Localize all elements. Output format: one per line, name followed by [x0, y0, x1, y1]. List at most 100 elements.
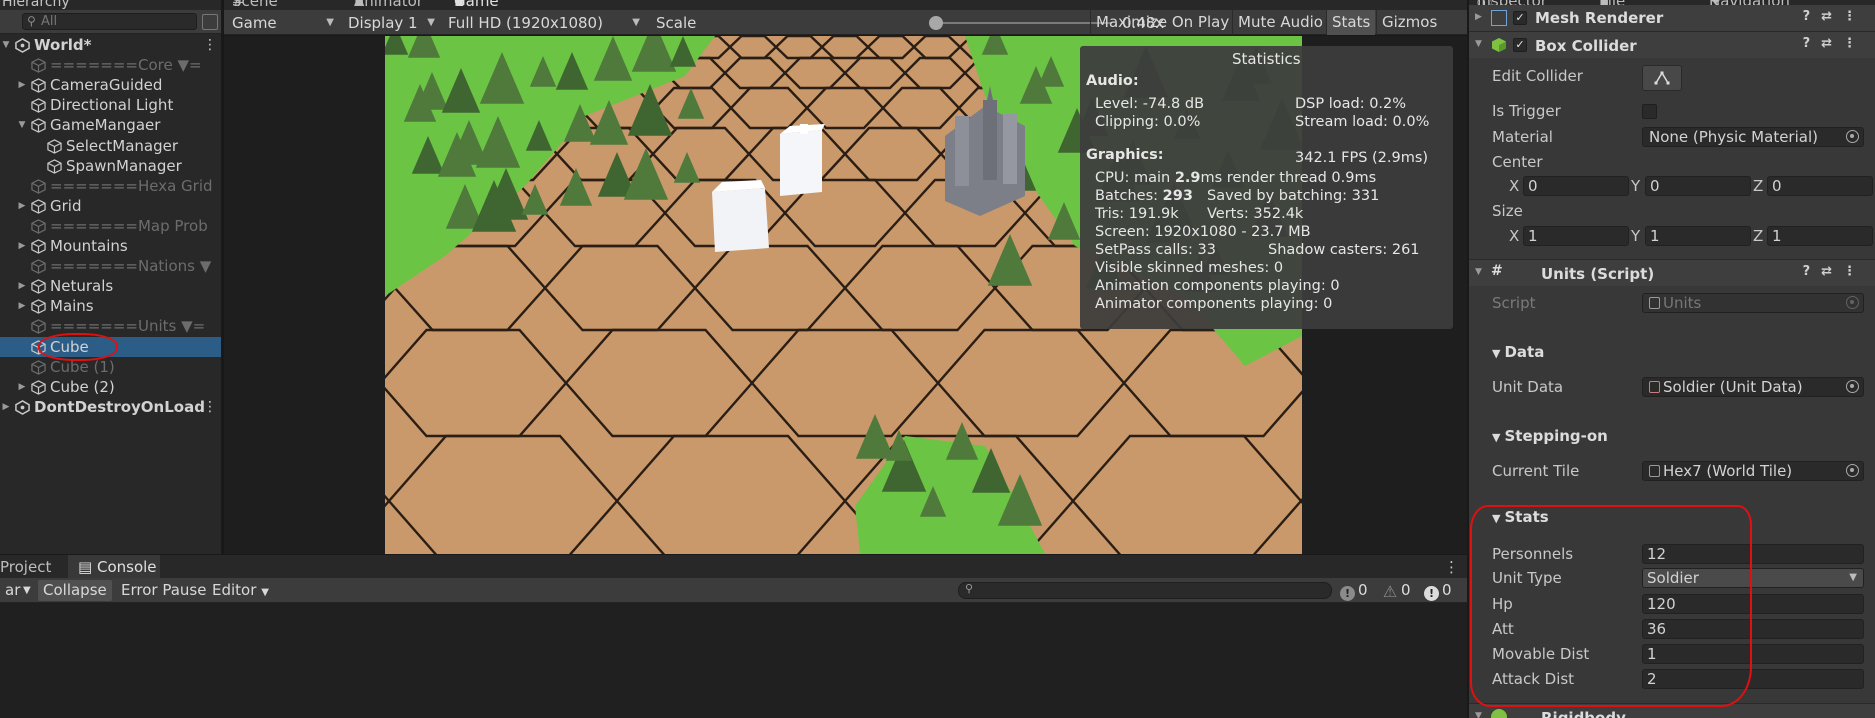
center-label-row: Center — [1492, 153, 1543, 171]
expand-arrow-right-icon[interactable]: ▶ — [16, 296, 28, 316]
object-picker-icon[interactable] — [1846, 464, 1859, 477]
box-collider-header[interactable]: ▼ ✓ Box Collider ?⇄⋮ — [1469, 31, 1875, 58]
foldout-arrow-icon[interactable]: ▼ — [1475, 267, 1482, 277]
expand-arrow-right-icon[interactable]: ▶ — [16, 377, 28, 397]
animation-components-readout: Animation components playing: 0 — [1095, 278, 1340, 294]
foldout-arrow-icon[interactable]: ▶ — [1475, 12, 1482, 22]
component-header-icons[interactable]: ?⇄⋮ — [1803, 36, 1867, 51]
hierarchy-item-label: World* — [34, 36, 92, 54]
hierarchy-item[interactable]: =======Core ▼= — [0, 55, 221, 75]
hierarchy-item[interactable]: Cube — [0, 336, 221, 357]
box-collider-enabled-checkbox[interactable]: ✓ — [1513, 38, 1527, 52]
unit-type-dropdown[interactable]: Soldier ▼ — [1642, 568, 1864, 588]
editor-dropdown[interactable]: Editor ▼ — [207, 580, 274, 601]
expand-arrow-right-icon[interactable]: ▶ — [16, 196, 28, 216]
game-toolbar: Game ▼ Display 1 ▼ Full HD (1920x1080) ▼ Sc… — [224, 10, 1467, 35]
gizmos-button[interactable]: Gizmos — [1376, 10, 1442, 35]
screen-readout: Screen: 1920x1080 - 23.7 MB — [1095, 224, 1311, 240]
rigidbody-header[interactable]: ▼ Rigidbody — [1469, 703, 1875, 718]
mesh-renderer-enabled-checkbox[interactable]: ✓ — [1513, 11, 1527, 25]
info-count-toggle[interactable]: ! 0 — [1340, 580, 1368, 601]
scale-slider-handle[interactable] — [929, 16, 944, 30]
hierarchy-item[interactable]: ▶ DontDestroyOnLoad ⋮ — [0, 397, 221, 417]
console-log-area[interactable] — [0, 603, 1467, 718]
console-menu-icon[interactable]: ⋮ — [1444, 555, 1459, 579]
scene-visibility-icon[interactable] — [202, 14, 218, 30]
hierarchy-item[interactable]: =======Map Prob — [0, 216, 221, 236]
hierarchy-item[interactable]: SelectManager — [0, 136, 221, 156]
attack-dist-row: Attack Dist 2 — [1469, 668, 1875, 690]
hierarchy-item[interactable]: ▼ GameMangaer — [0, 115, 221, 135]
expand-arrow-down-icon[interactable]: ▼ — [0, 35, 12, 55]
is-trigger-checkbox[interactable] — [1642, 104, 1657, 119]
hierarchy-item[interactable]: =======Nations ▼ — [0, 256, 221, 276]
personnels-field[interactable]: 12 — [1642, 544, 1864, 564]
error-count-toggle[interactable]: ! 0 — [1424, 580, 1452, 601]
movable-dist-field[interactable]: 1 — [1642, 644, 1864, 664]
foldout-arrow-icon[interactable]: ▼ — [1475, 711, 1482, 718]
expand-arrow-down-icon[interactable]: ▼ — [16, 115, 28, 135]
gameobject-cube-icon — [31, 78, 46, 93]
foldout-arrow-icon: ▼ — [1492, 347, 1501, 360]
collapse-button[interactable]: Collapse — [38, 580, 112, 601]
game-mode-dropdown[interactable]: Game ▼ — [228, 13, 338, 33]
edit-collider-button[interactable] — [1642, 65, 1682, 91]
hierarchy-item[interactable]: ▶ Grid — [0, 196, 221, 216]
foldout-arrow-icon[interactable]: ▼ — [1475, 39, 1482, 49]
expand-arrow-right-icon[interactable]: ▶ — [16, 75, 28, 95]
hierarchy-item[interactable]: ▶ Mains — [0, 296, 221, 316]
gameobject-cube-icon — [31, 58, 46, 73]
stepping-on-section-header[interactable]: ▼ Stepping-on — [1492, 427, 1608, 445]
scene-menu-icon[interactable]: ⋮ — [203, 35, 217, 55]
hp-field[interactable]: 120 — [1642, 594, 1864, 614]
graphics-header: Graphics: — [1086, 147, 1164, 163]
hierarchy-item[interactable]: ▶ Neturals — [0, 276, 221, 296]
tab-console[interactable]: ▤ Console — [68, 555, 160, 579]
component-header-icons[interactable]: ?⇄⋮ — [1803, 264, 1867, 279]
hierarchy-search-input[interactable]: ⚲ All — [22, 13, 197, 30]
object-picker-icon[interactable] — [1846, 380, 1859, 393]
mesh-renderer-header[interactable]: ▶ ✓ Mesh Renderer ?⇄⋮ — [1469, 5, 1875, 32]
component-header-icons[interactable]: ?⇄⋮ — [1803, 9, 1867, 24]
clear-options-caret-icon[interactable]: ▼ — [18, 580, 36, 601]
warning-count-toggle[interactable]: ⚠ 0 — [1382, 580, 1411, 601]
hierarchy-item[interactable]: =======Units ▼= — [0, 316, 221, 336]
error-pause-button[interactable]: Error Pause — [116, 580, 211, 601]
hierarchy-item[interactable]: SpawnManager — [0, 156, 221, 176]
attack-dist-field[interactable]: 2 — [1642, 669, 1864, 689]
mute-audio-button[interactable]: Mute Audio — [1232, 10, 1328, 35]
edit-collider-row: Edit Collider — [1469, 63, 1875, 93]
hierarchy-item[interactable]: ▶ Mountains — [0, 236, 221, 256]
scene-menu-icon[interactable]: ⋮ — [203, 397, 217, 417]
scale-slider-track[interactable] — [930, 22, 1112, 24]
hierarchy-item[interactable]: Cube (1) — [0, 357, 221, 377]
object-picker-icon[interactable] — [1846, 130, 1859, 143]
hierarchy-item[interactable]: ▶ CameraGuided — [0, 75, 221, 95]
maximize-on-play-button[interactable]: Maximize On Play — [1090, 10, 1234, 35]
current-tile-field[interactable]: Hex7 (World Tile) — [1642, 461, 1864, 481]
tab-project[interactable]: Project — [0, 555, 51, 579]
material-field[interactable]: None (Physic Material) — [1642, 127, 1864, 147]
hierarchy-tab[interactable]: Hierarchy — [0, 0, 70, 10]
data-section-header[interactable]: ▼ Data — [1492, 343, 1544, 361]
units-script-header[interactable]: ▼ # Units (Script) ?⇄⋮ — [1469, 259, 1875, 286]
resolution-dropdown[interactable]: Full HD (1920x1080) ▼ — [444, 13, 644, 33]
gameobject-cube-icon — [31, 219, 46, 234]
display-dropdown[interactable]: Display 1 ▼ — [344, 13, 439, 33]
hierarchy-item-label: GameMangaer — [50, 116, 161, 135]
att-field[interactable]: 36 — [1642, 619, 1864, 639]
console-search-input[interactable]: ⚲ — [958, 582, 1332, 599]
hierarchy-item[interactable]: =======Hexa Grid — [0, 176, 221, 196]
expand-arrow-right-icon[interactable]: ▶ — [16, 236, 28, 256]
hierarchy-item[interactable]: ▼ World* ⋮ — [0, 35, 221, 55]
stats-section-header[interactable]: ▼ Stats — [1492, 508, 1549, 526]
expand-arrow-right-icon[interactable]: ▶ — [16, 276, 28, 296]
rigidbody-icon — [1491, 709, 1507, 718]
hierarchy-item[interactable]: ▶ Cube (2) — [0, 377, 221, 397]
hierarchy-item[interactable]: Directional Light — [0, 95, 221, 115]
foldout-arrow-icon: ▼ — [1492, 431, 1501, 444]
expand-arrow-right-icon[interactable]: ▶ — [0, 397, 12, 417]
stats-button[interactable]: Stats — [1326, 10, 1376, 35]
tris-readout: Tris: 191.9k — [1095, 206, 1179, 222]
unit-data-field[interactable]: Soldier (Unit Data) — [1642, 377, 1864, 397]
